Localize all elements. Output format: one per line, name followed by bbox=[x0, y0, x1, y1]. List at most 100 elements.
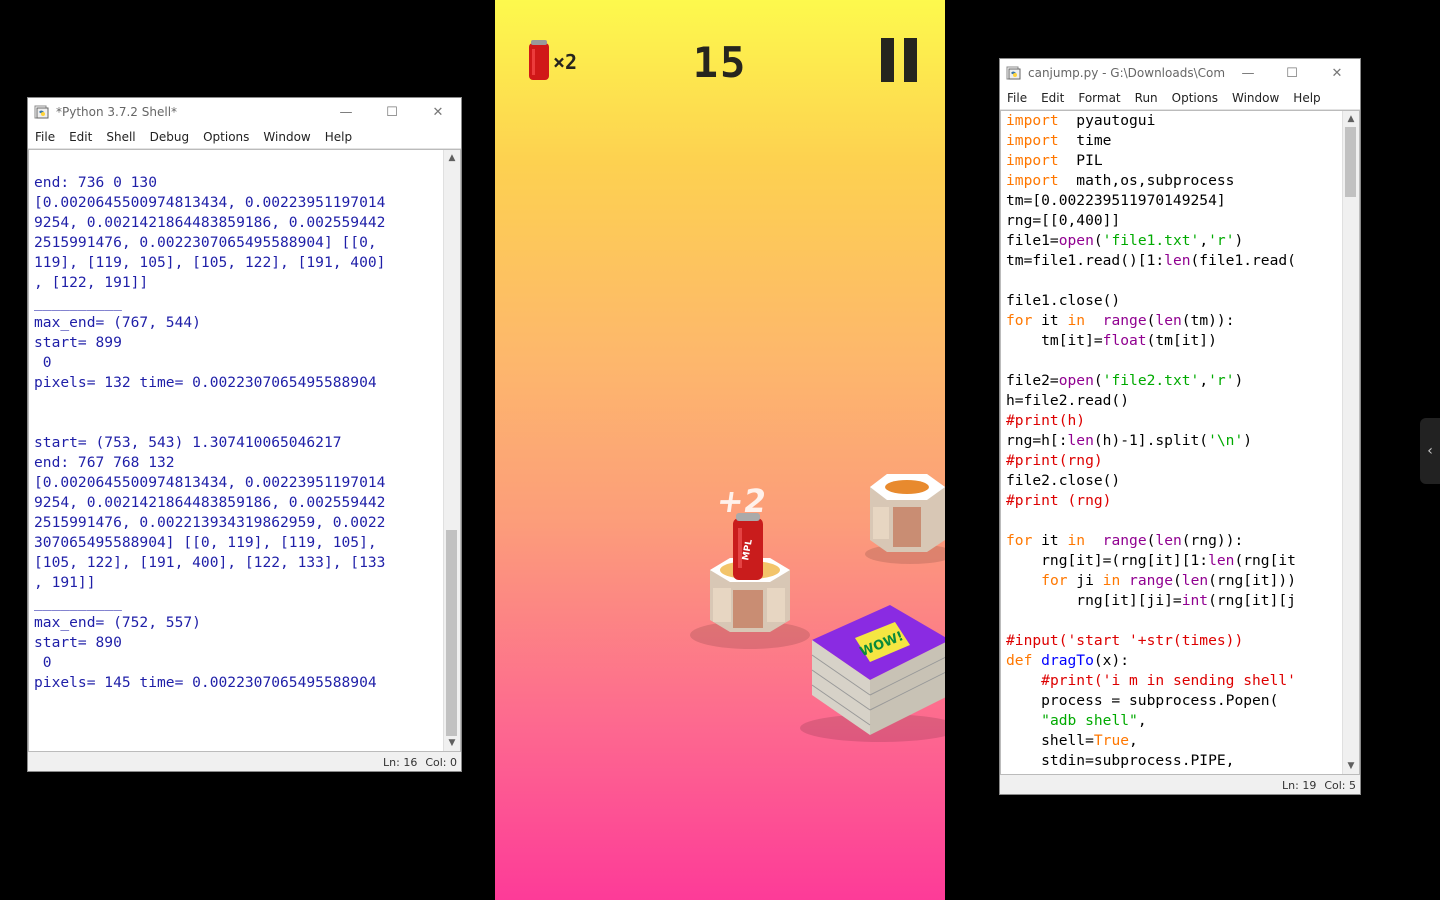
minimize-button[interactable]: — bbox=[323, 98, 369, 126]
code-token: "adb shell" bbox=[1041, 712, 1138, 729]
code-token: ( bbox=[1093, 232, 1103, 249]
menu-file[interactable]: File bbox=[28, 130, 62, 144]
code-token: float bbox=[1102, 332, 1147, 349]
code-token: #print(rng) bbox=[1006, 452, 1103, 469]
menu-shell[interactable]: Shell bbox=[99, 130, 142, 144]
code-token: h=file2.read() bbox=[1006, 392, 1130, 409]
close-button[interactable]: ✕ bbox=[415, 98, 461, 126]
code-line: "adb shell", bbox=[1006, 711, 1359, 731]
shell-scroll-thumb[interactable] bbox=[446, 530, 457, 736]
code-token: file2= bbox=[1006, 372, 1059, 389]
code-editor[interactable]: import pyautogui import time import PIL imp… bbox=[1000, 110, 1360, 775]
status-column: Col: 0 bbox=[425, 755, 457, 769]
menu-file[interactable]: File bbox=[1000, 91, 1034, 105]
shell-output-line: 119], [119, 105], [105, 122], [191, 400] bbox=[34, 254, 386, 271]
code-token: 'file2.txt' bbox=[1102, 372, 1200, 389]
code-line: rng=h[:len(h)-1].split('\n') bbox=[1006, 431, 1359, 451]
code-line: rng[it]=(rng[it][1:len(rng[it bbox=[1006, 551, 1359, 571]
maximize-button[interactable]: ☐ bbox=[369, 98, 415, 126]
menu-edit[interactable]: Edit bbox=[62, 130, 99, 144]
shell-output-line: 9254, 0.0021421864483859186, 0.002559442 bbox=[34, 214, 386, 231]
menu-run[interactable]: Run bbox=[1128, 91, 1165, 105]
shell-output-area[interactable]: end: 736 0 130 [0.0020645500974813434, 0.… bbox=[28, 149, 461, 752]
code-token: ( bbox=[1172, 572, 1182, 589]
scroll-down-icon[interactable]: ▼ bbox=[1343, 758, 1359, 774]
code-line: file1.close() bbox=[1006, 291, 1359, 311]
menu-help[interactable]: Help bbox=[318, 130, 359, 144]
code-token: import bbox=[1006, 172, 1059, 189]
menu-window[interactable]: Window bbox=[256, 130, 317, 144]
code-line: rng=[[0,400]] bbox=[1006, 211, 1359, 231]
menu-options[interactable]: Options bbox=[1165, 91, 1225, 105]
shell-output-line: , [122, 191]] bbox=[34, 274, 149, 291]
code-line: #print(h) bbox=[1006, 411, 1359, 431]
shell-output-line: [0.0020645500974813434, 0.00223951197014 bbox=[34, 194, 386, 211]
menu-format[interactable]: Format bbox=[1071, 91, 1127, 105]
code-line: file1=open('file1.txt','r') bbox=[1006, 231, 1359, 251]
pause-button[interactable] bbox=[881, 38, 917, 82]
menu-edit[interactable]: Edit bbox=[1034, 91, 1071, 105]
code-token: 'r' bbox=[1208, 372, 1235, 389]
code-token: (file1.read( bbox=[1190, 252, 1296, 269]
code-token: it bbox=[1032, 312, 1068, 329]
code-token: range bbox=[1102, 312, 1147, 329]
editor-scrollbar[interactable]: ▲ ▼ bbox=[1342, 111, 1359, 774]
code-token: time bbox=[1058, 132, 1112, 149]
status-line: Ln: 16 bbox=[383, 755, 418, 769]
editor-statusbar: Ln: 19 Col: 5 bbox=[1000, 776, 1360, 794]
shell-output-line: 307065495588904] [[0, 119], [119, 105], bbox=[34, 534, 377, 551]
code-token: process = subprocess.Popen( bbox=[1006, 692, 1279, 709]
editor-scroll-thumb[interactable] bbox=[1345, 127, 1356, 197]
side-panel-toggle[interactable]: ‹ bbox=[1420, 418, 1440, 484]
code-token: rng[it][ji]= bbox=[1006, 592, 1182, 609]
shell-output-line bbox=[34, 413, 460, 433]
code-token: pyautogui bbox=[1058, 112, 1156, 129]
close-button[interactable]: ✕ bbox=[1314, 59, 1360, 87]
shell-menubar: File Edit Shell Debug Options Window Hel… bbox=[28, 126, 461, 149]
scroll-up-icon[interactable]: ▲ bbox=[444, 150, 460, 166]
book-stack-platform: WOW! bbox=[800, 605, 945, 742]
menu-debug[interactable]: Debug bbox=[143, 130, 196, 144]
code-token: 'file1.txt' bbox=[1102, 232, 1200, 249]
code-token: (tm)): bbox=[1181, 312, 1235, 329]
code-token: (h)-1].split( bbox=[1093, 432, 1209, 449]
code-token: def bbox=[1006, 652, 1033, 669]
shell-titlebar[interactable]: *Python 3.7.2 Shell* — ☐ ✕ bbox=[28, 98, 461, 126]
shell-output-text: end: 736 0 130 [0.0020645500974813434, 0.… bbox=[29, 150, 460, 693]
code-line: import pyautogui bbox=[1006, 111, 1359, 131]
shell-output-line: max_end= (767, 544) bbox=[34, 314, 201, 331]
minimize-button[interactable]: — bbox=[1226, 59, 1270, 87]
menu-help[interactable]: Help bbox=[1286, 91, 1327, 105]
game-screen[interactable]: ×2 15 +2 MPL WOW! bbox=[495, 0, 945, 900]
menu-window[interactable]: Window bbox=[1225, 91, 1286, 105]
shell-output-line: start= 899 bbox=[34, 334, 122, 351]
scroll-up-icon[interactable]: ▲ bbox=[1343, 111, 1359, 127]
code-token: dragTo bbox=[1041, 652, 1094, 669]
code-token: (rng[it][j bbox=[1208, 592, 1296, 609]
shell-output-line: __________ bbox=[34, 294, 122, 311]
code-token: #print(h) bbox=[1006, 412, 1086, 429]
shell-output-line: , 191]] bbox=[34, 574, 96, 591]
editor-titlebar[interactable]: canjump.py - G:\Downloads\Com... — ☐ ✕ bbox=[1000, 59, 1360, 87]
shell-scrollbar[interactable]: ▲ ▼ bbox=[443, 150, 460, 751]
shell-output-line: end: 736 0 130 bbox=[34, 174, 158, 191]
code-token: 'r' bbox=[1208, 232, 1235, 249]
menu-options[interactable]: Options bbox=[196, 130, 256, 144]
shell-output-line: __________ bbox=[34, 594, 122, 611]
code-line: import PIL bbox=[1006, 151, 1359, 171]
maximize-button[interactable]: ☐ bbox=[1270, 59, 1314, 87]
shell-output-line bbox=[34, 393, 460, 413]
code-token: (tm[it]) bbox=[1146, 332, 1217, 349]
code-line: for it in range(len(tm)): bbox=[1006, 311, 1359, 331]
code-line: file2=open('file2.txt','r') bbox=[1006, 371, 1359, 391]
code-token: len bbox=[1155, 312, 1182, 329]
scroll-down-icon[interactable]: ▼ bbox=[444, 735, 460, 751]
score-display: 15 bbox=[692, 38, 748, 87]
code-token: rng=[[0,400]] bbox=[1006, 212, 1121, 229]
code-line: import time bbox=[1006, 131, 1359, 151]
code-line: rng[it][ji]=int(rng[it][j bbox=[1006, 591, 1359, 611]
code-token: tm=[0.002239511970149254] bbox=[1006, 192, 1226, 209]
